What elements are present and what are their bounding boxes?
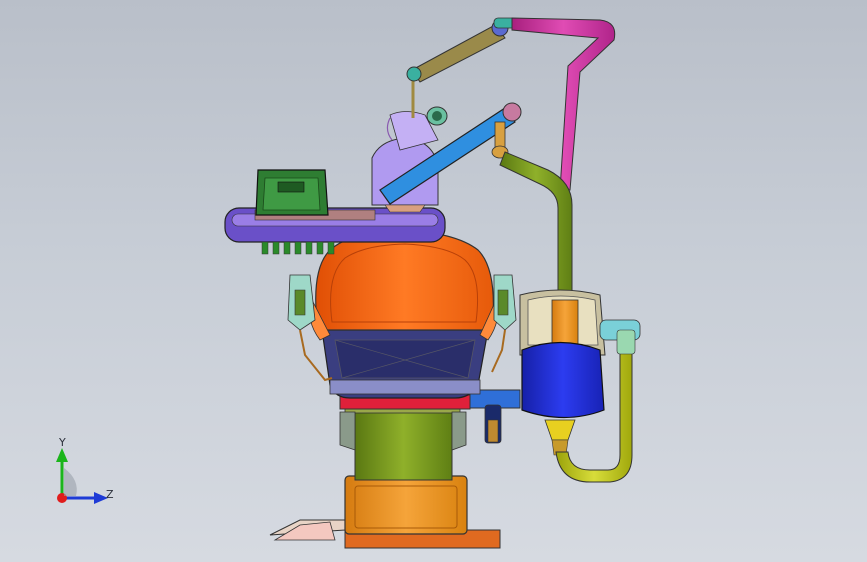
pedestal-base <box>344 475 468 535</box>
dental-chair-3d-model[interactable] <box>0 0 867 562</box>
lamp-upper-arm <box>406 17 517 83</box>
spittoon-bowl <box>521 341 605 456</box>
cad-viewport[interactable]: Y Z <box>0 0 867 562</box>
plane-indicator <box>64 468 77 496</box>
seat-cushion <box>321 329 489 399</box>
lift-column <box>339 404 467 481</box>
y-axis-label: Y <box>59 436 66 449</box>
z-axis-label: Z <box>106 488 114 501</box>
backrest <box>309 229 499 341</box>
instrument-hooks <box>261 241 335 255</box>
axis-triad: Y Z <box>40 436 120 510</box>
instrument-tray <box>255 169 329 216</box>
y-arrow-icon <box>56 448 68 462</box>
